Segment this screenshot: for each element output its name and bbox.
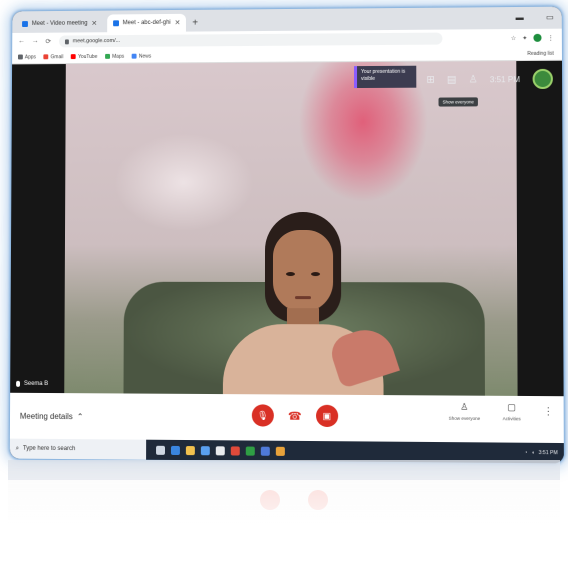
menu-icon[interactable]: ⋮ bbox=[548, 34, 554, 41]
search-icon: ⌕ bbox=[16, 445, 19, 452]
store-icon[interactable] bbox=[201, 446, 210, 455]
right-controls: ♙ Show everyone ▢ Activities ⋮ bbox=[449, 402, 554, 422]
participant-video bbox=[64, 61, 517, 396]
self-avatar[interactable] bbox=[532, 69, 552, 89]
mic-off-button[interactable]: 🎙 bbox=[252, 404, 274, 426]
bookmark-youtube[interactable]: YouTube bbox=[71, 53, 97, 59]
new-tab-icon[interactable]: + bbox=[192, 18, 198, 32]
forward-icon[interactable]: → bbox=[32, 38, 39, 46]
participant-eye bbox=[286, 272, 295, 276]
extension-icon[interactable]: ✦ bbox=[522, 34, 527, 41]
reflection-fade bbox=[8, 460, 560, 570]
mic-icon bbox=[16, 381, 20, 387]
card-reflection bbox=[8, 460, 560, 570]
meet-favicon-icon bbox=[113, 20, 119, 26]
url-text: meet.google.com/... bbox=[73, 38, 120, 44]
edge-icon[interactable] bbox=[171, 445, 180, 454]
participants-label: Show everyone bbox=[449, 416, 481, 421]
chrome-icon[interactable] bbox=[246, 446, 255, 455]
bookmark-label: Apps bbox=[25, 54, 36, 60]
tab-title: Meet - Video meeting bbox=[32, 21, 88, 27]
back-icon[interactable]: ← bbox=[18, 38, 25, 46]
app-icon[interactable] bbox=[261, 446, 270, 455]
tray-time: 3:51 PM bbox=[539, 450, 558, 456]
hang-up-icon[interactable]: ☎ bbox=[288, 409, 302, 422]
wifi-icon[interactable]: ◔ bbox=[524, 450, 527, 456]
participants-button[interactable]: ♙ Show everyone bbox=[449, 402, 481, 421]
reading-list[interactable]: Reading list bbox=[527, 50, 554, 56]
meet-controls-bar: Meeting details ⌃ 🎙 ☎ ▣ ♙ Show everyone … bbox=[10, 393, 564, 443]
meeting-details-label: Meeting details bbox=[20, 411, 73, 420]
bookmark-news[interactable]: News bbox=[132, 53, 151, 59]
presenting-text: Your presentation is visible bbox=[361, 69, 405, 82]
reading-list-label: Reading list bbox=[527, 50, 554, 56]
reload-icon[interactable]: ⟳ bbox=[45, 38, 51, 46]
volume-icon[interactable]: ◖ bbox=[531, 450, 534, 456]
close-tab-icon[interactable]: ✕ bbox=[175, 19, 181, 27]
bookmark-label: Maps bbox=[112, 53, 124, 59]
file-explorer-icon[interactable] bbox=[186, 446, 195, 455]
participant-mouth bbox=[295, 296, 311, 299]
star-icon[interactable]: ☆ bbox=[511, 35, 516, 42]
meet-stage: Seema B Your presentation is visible ⊞ ▤… bbox=[10, 61, 563, 396]
window-controls: ▬ ▭ bbox=[516, 13, 554, 22]
layout-icon[interactable]: ⊞ bbox=[426, 74, 434, 85]
camera-off-button[interactable]: ▣ bbox=[316, 405, 338, 427]
chevron-up-icon: ⌃ bbox=[77, 412, 84, 421]
chat-icon[interactable]: ▤ bbox=[447, 74, 457, 85]
bookmark-maps[interactable]: Maps bbox=[105, 53, 124, 59]
search-placeholder: Type here to search bbox=[23, 446, 75, 452]
extensions: ☆ ✦ ⋮ bbox=[511, 34, 554, 42]
meeting-clock: 3:51 PM bbox=[490, 75, 520, 84]
activities-label: Activities bbox=[503, 416, 521, 421]
bookmark-apps[interactable]: Apps bbox=[18, 54, 36, 60]
participant-figure bbox=[203, 212, 404, 396]
presenting-chip[interactable]: Your presentation is visible bbox=[354, 66, 416, 88]
participant-eye bbox=[311, 272, 320, 276]
people-icon: ♙ bbox=[460, 402, 468, 413]
people-icon[interactable]: ♙ bbox=[469, 74, 478, 85]
app-icon[interactable] bbox=[276, 446, 285, 455]
maximize-icon[interactable]: ▭ bbox=[546, 13, 554, 22]
taskbar-apps bbox=[156, 445, 285, 455]
mail-icon[interactable] bbox=[216, 446, 225, 455]
minimize-icon[interactable]: ▬ bbox=[516, 13, 524, 22]
tab-title: Meet - abc-def-ghi bbox=[123, 20, 171, 26]
meet-favicon-icon bbox=[22, 21, 28, 27]
screenshot-card: Meet - Video meeting ✕ Meet - abc-def-gh… bbox=[10, 7, 564, 464]
browser-tab-active[interactable]: Meet - abc-def-ghi ✕ bbox=[107, 14, 186, 32]
lock-icon bbox=[65, 39, 69, 44]
close-tab-icon[interactable]: ✕ bbox=[91, 20, 97, 28]
tooltip: Show everyone bbox=[439, 97, 478, 106]
app-icon[interactable] bbox=[231, 446, 240, 455]
system-tray: ◔ ◖ 3:51 PM bbox=[524, 450, 557, 456]
call-buttons: 🎙 ☎ ▣ bbox=[252, 404, 338, 427]
bookmark-label: YouTube bbox=[78, 53, 97, 59]
bookmark-label: News bbox=[139, 53, 151, 59]
taskbar-search[interactable]: ⌕ Type here to search bbox=[10, 439, 146, 460]
profile-avatar[interactable] bbox=[533, 34, 541, 42]
activities-icon: ▢ bbox=[507, 402, 516, 413]
activities-button[interactable]: ▢ Activities bbox=[503, 402, 521, 421]
nav-buttons: ← → ⟳ bbox=[18, 38, 51, 46]
participant-face bbox=[273, 230, 333, 312]
browser-tab[interactable]: Meet - Video meeting ✕ bbox=[16, 15, 103, 33]
bookmark-label: Gmail bbox=[51, 54, 64, 60]
participant-name-tag: Seema B bbox=[16, 381, 48, 387]
bookmark-gmail[interactable]: Gmail bbox=[44, 54, 64, 60]
participant-name: Seema B bbox=[24, 381, 48, 387]
meeting-details-button[interactable]: Meeting details ⌃ bbox=[20, 411, 84, 420]
task-view-icon[interactable] bbox=[156, 445, 165, 454]
meet-top-icons: ⊞ ▤ ♙ 3:51 PM bbox=[426, 69, 552, 90]
url-field[interactable]: meet.google.com/... bbox=[59, 33, 442, 48]
more-options-icon[interactable]: ⋮ bbox=[543, 406, 553, 417]
